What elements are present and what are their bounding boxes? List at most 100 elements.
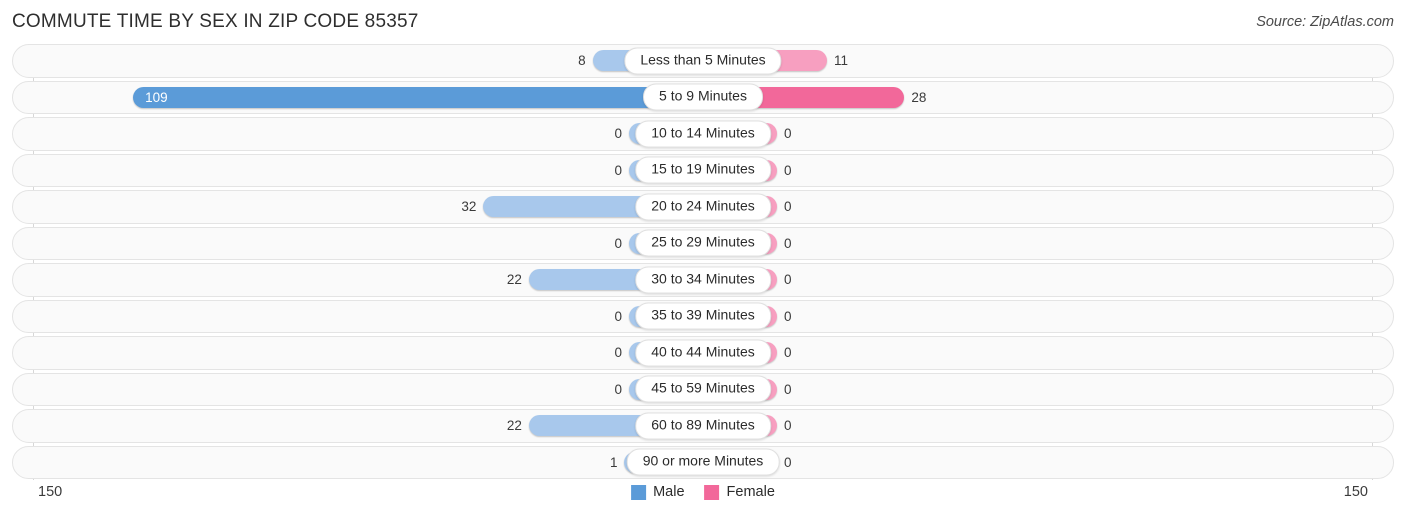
bar-pair: 0 0 25 to 29 Minutes: [13, 228, 1393, 260]
female-side: 0: [703, 155, 1393, 187]
table-row: 22 0 30 to 34 Minutes: [12, 263, 1394, 297]
male-side: 22: [13, 264, 703, 296]
female-value: 0: [784, 272, 792, 288]
category-label: 20 to 24 Minutes: [635, 193, 771, 221]
bar-rows: 8 11 Less than 5 Minutes 109 28 5 to 9 Minute…: [12, 44, 1394, 479]
male-value: 1: [609, 454, 618, 470]
axis-label-left: 150: [38, 484, 63, 500]
male-side: 22: [13, 410, 703, 442]
female-value: 28: [911, 89, 927, 105]
female-side: 0: [703, 264, 1393, 296]
male-value: 109: [145, 89, 168, 105]
category-label: 15 to 19 Minutes: [635, 156, 771, 184]
table-row: 8 11 Less than 5 Minutes: [12, 44, 1394, 78]
male-value: 0: [614, 308, 622, 324]
female-side: 0: [703, 447, 1393, 479]
female-value: 0: [784, 308, 792, 324]
male-value: 32: [461, 199, 477, 215]
category-label: 25 to 29 Minutes: [635, 229, 771, 257]
female-side: 0: [703, 374, 1393, 406]
bar-pair: 32 0 20 to 24 Minutes: [13, 191, 1393, 223]
category-label: 10 to 14 Minutes: [635, 120, 771, 148]
male-value: 0: [614, 162, 622, 178]
category-label: 45 to 59 Minutes: [635, 375, 771, 403]
table-row: 22 0 60 to 89 Minutes: [12, 409, 1394, 443]
axis-label-right: 150: [1343, 484, 1368, 500]
legend-label: Female: [726, 484, 775, 500]
female-side: 28: [703, 82, 1393, 114]
female-side: 11: [703, 45, 1393, 77]
female-side: 0: [703, 191, 1393, 223]
legend-label: Male: [653, 484, 685, 500]
male-side: 1: [13, 447, 703, 479]
category-label: 40 to 44 Minutes: [635, 339, 771, 367]
table-row: 0 0 25 to 29 Minutes: [12, 226, 1394, 260]
table-row: 1 0 90 or more Minutes: [12, 445, 1394, 479]
male-value: 0: [614, 235, 622, 251]
category-label: 35 to 39 Minutes: [635, 302, 771, 330]
male-side: 32: [13, 191, 703, 223]
female-value: 0: [784, 345, 792, 361]
page-title: COMMUTE TIME BY SEX IN ZIP CODE 85357: [12, 11, 419, 32]
female-value: 0: [784, 418, 792, 434]
female-value: 0: [784, 199, 792, 215]
male-value: 8: [578, 53, 586, 69]
category-label: 90 or more Minutes: [626, 448, 780, 476]
table-row: 0 0 15 to 19 Minutes: [12, 153, 1394, 187]
category-label: Less than 5 Minutes: [624, 47, 782, 75]
female-side: 0: [703, 118, 1393, 150]
table-row: 109 28 5 to 9 Minutes: [12, 80, 1394, 114]
category-label: 5 to 9 Minutes: [643, 83, 763, 111]
male-side: 109: [13, 82, 703, 114]
female-side: 0: [703, 410, 1393, 442]
bar-pair: 0 0 45 to 59 Minutes: [13, 374, 1393, 406]
male-value: 22: [506, 418, 522, 434]
chart-footer: 150 Male Female 150: [12, 480, 1394, 518]
male-value: 22: [506, 272, 522, 288]
male-value: 0: [614, 345, 622, 361]
female-value: 0: [784, 235, 792, 251]
category-label: 30 to 34 Minutes: [635, 266, 771, 294]
female-value: 0: [784, 381, 792, 397]
male-side: 0: [13, 118, 703, 150]
bar-pair: 109 28 5 to 9 Minutes: [13, 82, 1393, 114]
bar-pair: 22 0 30 to 34 Minutes: [13, 264, 1393, 296]
source-attribution: Source: ZipAtlas.com: [1256, 14, 1394, 30]
bar-pair: 0 0 40 to 44 Minutes: [13, 337, 1393, 369]
female-value: 11: [834, 53, 849, 69]
female-value: 0: [784, 454, 792, 470]
chart-legend: Male Female: [631, 484, 775, 500]
male-value: 0: [614, 381, 622, 397]
male-side: 0: [13, 155, 703, 187]
legend-swatch-icon: [631, 484, 647, 500]
female-value: 0: [784, 126, 792, 142]
bar-pair: 8 11 Less than 5 Minutes: [13, 45, 1393, 77]
legend-item[interactable]: Female: [704, 484, 775, 500]
bar-pair: 0 0 10 to 14 Minutes: [13, 118, 1393, 150]
table-row: 0 0 40 to 44 Minutes: [12, 336, 1394, 370]
bar-pair: 0 0 35 to 39 Minutes: [13, 301, 1393, 333]
table-row: 0 0 35 to 39 Minutes: [12, 299, 1394, 333]
male-side: 0: [13, 228, 703, 260]
male-side: 0: [13, 337, 703, 369]
bar-pair: 1 0 90 or more Minutes: [13, 447, 1393, 479]
male-side: 0: [13, 374, 703, 406]
male-value: 0: [614, 126, 622, 142]
bar-pair: 0 0 15 to 19 Minutes: [13, 155, 1393, 187]
chart-header: COMMUTE TIME BY SEX IN ZIP CODE 85357 So…: [0, 0, 1406, 44]
legend-item[interactable]: Male: [631, 484, 685, 500]
male-side: 8: [13, 45, 703, 77]
female-side: 0: [703, 337, 1393, 369]
table-row: 0 0 45 to 59 Minutes: [12, 372, 1394, 406]
legend-swatch-icon: [704, 484, 720, 500]
female-side: 0: [703, 301, 1393, 333]
female-side: 0: [703, 228, 1393, 260]
chart-plot-area: 8 11 Less than 5 Minutes 109 28 5 to 9 Minute…: [12, 44, 1394, 480]
table-row: 0 0 10 to 14 Minutes: [12, 117, 1394, 151]
female-value: 0: [784, 162, 792, 178]
male-bar[interactable]: 109: [133, 86, 703, 108]
category-label: 60 to 89 Minutes: [635, 412, 771, 440]
bar-pair: 22 0 60 to 89 Minutes: [13, 410, 1393, 442]
table-row: 32 0 20 to 24 Minutes: [12, 190, 1394, 224]
male-side: 0: [13, 301, 703, 333]
